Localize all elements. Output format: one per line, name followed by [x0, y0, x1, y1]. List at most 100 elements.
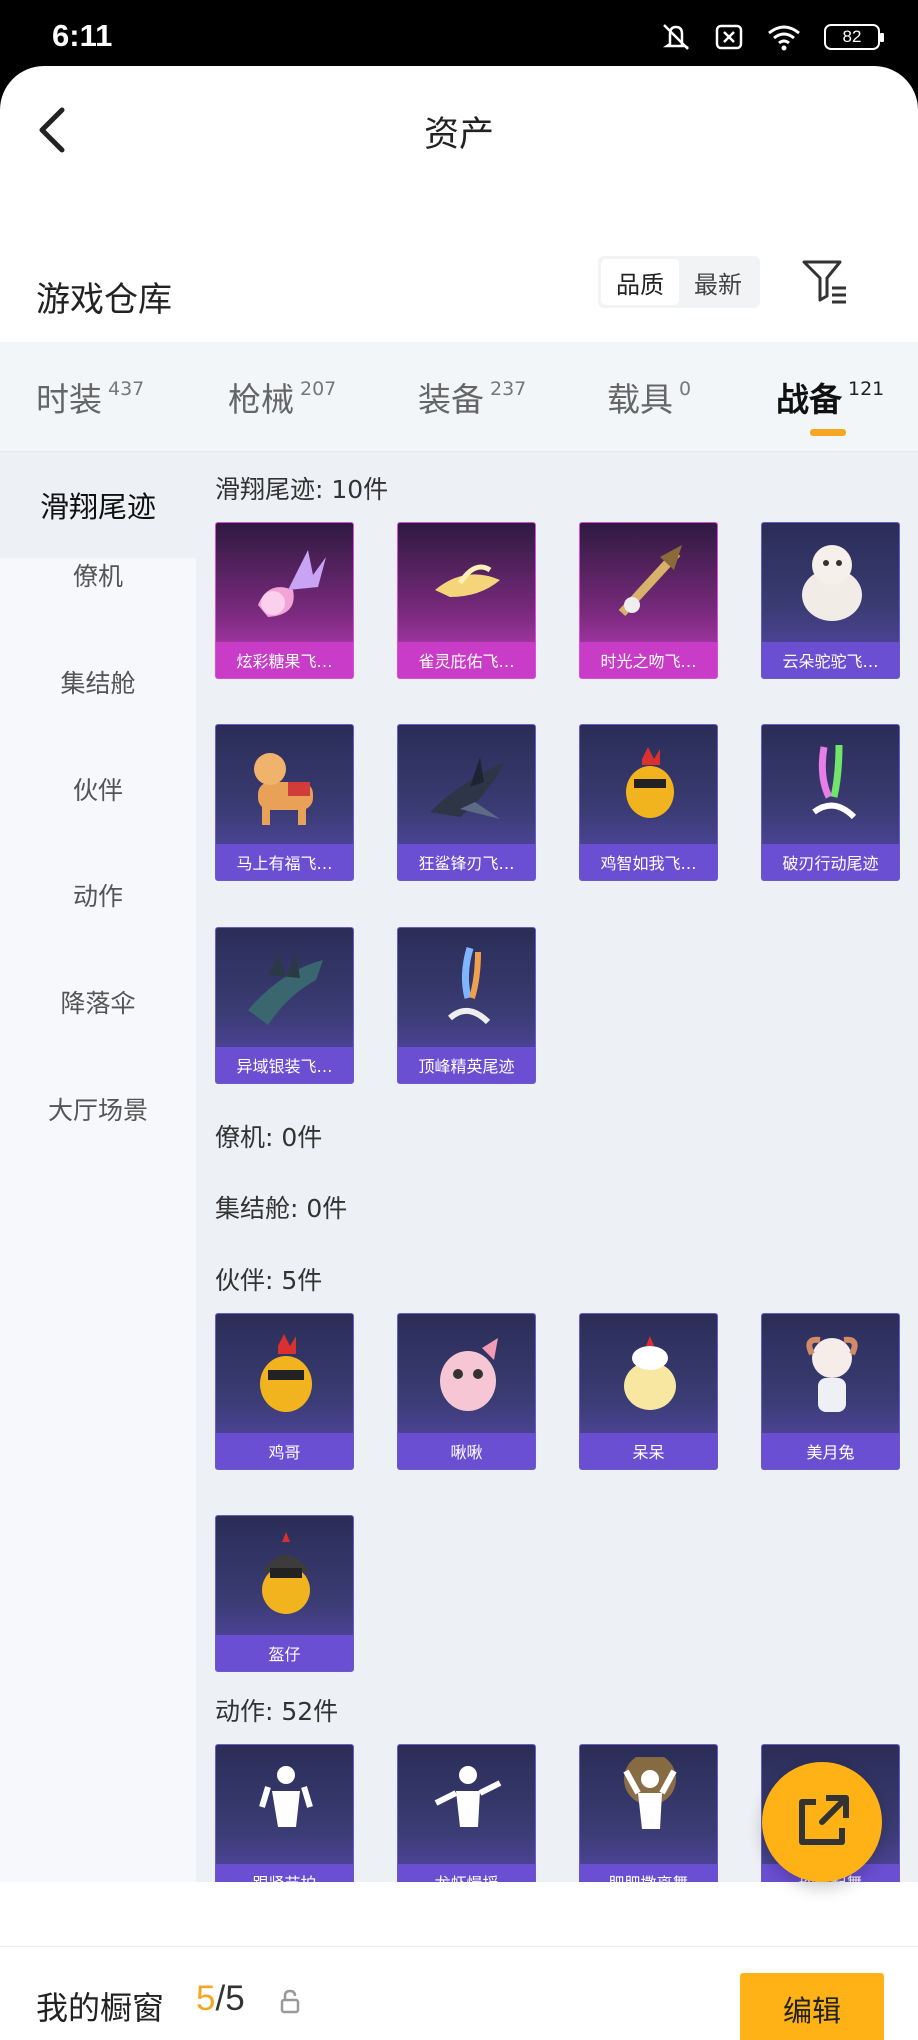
item-card[interactable]: 顶峰精英尾迹	[397, 927, 536, 1084]
nav-bar: 资产	[0, 66, 918, 196]
tab-vehicles[interactable]: 载具 0	[607, 342, 691, 452]
app-screen: 资产 游戏仓库 品质 最新 时装 437 枪械 207 装备 237 载具 0 …	[0, 66, 918, 2040]
blade-op-trail-icon	[812, 744, 857, 820]
item-card[interactable]: 狂鲨锋刃飞…	[397, 724, 536, 881]
sidebar-item-partner[interactable]: 伙伴	[0, 736, 196, 842]
sort-newest-button[interactable]: 最新	[679, 259, 757, 305]
share-button[interactable]	[762, 1762, 882, 1882]
category-tabs: 时装 437 枪械 207 装备 237 载具 0 战备 121	[0, 342, 918, 452]
section-title: 僚机: 0件	[215, 1123, 323, 1152]
tab-guns[interactable]: 枪械 207	[228, 342, 336, 452]
tab-label: 载具	[607, 380, 673, 419]
horse-trail-icon	[254, 753, 313, 825]
sort-toggle: 品质 最新	[598, 256, 760, 308]
sidebar-item-rally-pod[interactable]: 集结舱	[0, 629, 196, 735]
item-card[interactable]: 肥肥撒离舞	[579, 1744, 718, 1882]
sidebar-item-lobby-scene[interactable]: 大厅场景	[0, 1056, 196, 1162]
item-card[interactable]: 呆呆	[579, 1313, 718, 1470]
alpaca-trail-icon	[802, 545, 862, 621]
tab-active-indicator	[810, 429, 846, 436]
chicken-bro-icon	[260, 1334, 312, 1412]
peak-elite-trail-icon	[448, 947, 491, 1025]
item-name: 破刃行动尾迹	[762, 844, 899, 880]
dance-pose-icon	[259, 1766, 313, 1827]
item-grid-panel: 滑翔尾迹: 10件 炫彩糖果飞… 雀灵庇佑飞… 时光之吻飞… 云朵驼驼飞… 马上…	[196, 452, 918, 1882]
status-time: 6:11	[52, 18, 113, 53]
item-name: 龙虾慢摇	[398, 1864, 535, 1882]
warehouse-header: 游戏仓库 品质 最新	[0, 256, 918, 346]
jiujiu-icon	[440, 1338, 498, 1411]
shark-trail-icon	[430, 757, 505, 819]
item-name: 呆呆	[580, 1433, 717, 1469]
sidebar-item-emote[interactable]: 动作	[0, 842, 196, 948]
tab-count: 437	[108, 378, 145, 400]
daidai-icon	[624, 1336, 676, 1410]
tab-label: 战备	[776, 380, 842, 419]
item-name: 狂鲨锋刃飞…	[398, 844, 535, 880]
status-bar: 6:11 82	[0, 0, 918, 66]
filter-icon[interactable]	[800, 256, 848, 306]
item-card[interactable]: 盔仔	[215, 1515, 354, 1672]
item-card[interactable]: 啾啾	[397, 1313, 536, 1470]
item-name: 雀灵庇佑飞…	[398, 642, 535, 678]
exotic-silver-trail-icon	[248, 952, 323, 1025]
item-name: 鸡智如我飞…	[580, 844, 717, 880]
tab-count: 0	[679, 378, 692, 400]
item-card[interactable]: 时光之吻飞…	[579, 522, 718, 679]
tab-count: 207	[300, 378, 337, 400]
tab-label: 装备	[418, 380, 484, 419]
item-card[interactable]: 跟紧节拍	[215, 1744, 354, 1882]
item-name: 盔仔	[216, 1635, 353, 1671]
sidebar-item-wingman[interactable]: 僚机	[0, 522, 196, 628]
item-card[interactable]: 美月兔	[761, 1313, 900, 1470]
item-card[interactable]: 异域银装飞…	[215, 927, 354, 1084]
item-card[interactable]: 云朵驼驼飞…	[761, 522, 900, 679]
chicken-trail-icon	[626, 747, 674, 818]
battery-icon: 82	[824, 24, 884, 50]
mute-icon	[662, 24, 690, 50]
item-name: 跟紧节拍	[216, 1864, 353, 1882]
tab-count: 121	[848, 378, 885, 400]
lock-icon	[280, 1989, 300, 2014]
page-title: 资产	[423, 115, 494, 155]
item-card[interactable]: 龙虾慢摇	[397, 1744, 536, 1882]
item-card[interactable]: 鸡哥	[215, 1313, 354, 1470]
tab-label: 时装	[36, 380, 102, 419]
bird-trail-icon	[435, 564, 500, 597]
item-card[interactable]: 雀灵庇佑飞…	[397, 522, 536, 679]
item-name: 顶峰精英尾迹	[398, 1047, 535, 1083]
item-card[interactable]: 炫彩糖果飞…	[215, 522, 354, 679]
item-name: 啾啾	[398, 1433, 535, 1469]
section-title: 集结舱: 0件	[215, 1194, 348, 1223]
showcase-current: 5	[196, 1979, 216, 2018]
no-sim-icon	[715, 24, 743, 50]
section-title: 伙伴: 5件	[215, 1266, 323, 1295]
item-name: 炫彩糖果飞…	[216, 642, 353, 678]
candy-trail-icon	[258, 550, 326, 617]
time-kiss-trail-icon	[618, 545, 682, 617]
item-name: 云朵驼驼飞…	[762, 642, 899, 678]
item-name: 异域银装飞…	[216, 1047, 353, 1083]
showcase-label: 我的橱窗	[36, 1989, 165, 2027]
item-card[interactable]: 鸡智如我飞…	[579, 724, 718, 881]
edit-button[interactable]: 编辑	[740, 1973, 884, 2040]
item-card[interactable]: 马上有福飞…	[215, 724, 354, 881]
item-name: 马上有福飞…	[216, 844, 353, 880]
sidebar-item-parachute[interactable]: 降落伞	[0, 949, 196, 1055]
dance-pose-icon	[623, 1757, 677, 1829]
tab-equipment[interactable]: 装备 237	[418, 342, 526, 452]
sort-quality-button[interactable]: 品质	[601, 259, 679, 305]
tab-fashion[interactable]: 时装 437	[36, 342, 144, 452]
section-title: 滑翔尾迹: 10件	[215, 475, 389, 504]
showcase-count: 5/5	[196, 1979, 245, 2019]
tab-combat-gear[interactable]: 战备 121	[776, 342, 884, 452]
tab-label: 枪械	[228, 380, 294, 419]
item-name: 时光之吻飞…	[580, 642, 717, 678]
item-name: 鸡哥	[216, 1433, 353, 1469]
status-icons: 82	[660, 22, 884, 52]
showcase-bar: 我的橱窗 5/5 编辑	[0, 1946, 918, 2040]
item-card[interactable]: 破刃行动尾迹	[761, 724, 900, 881]
share-icon	[799, 1795, 849, 1845]
helmet-chick-icon	[262, 1532, 310, 1614]
section-title: 动作: 52件	[215, 1697, 339, 1726]
